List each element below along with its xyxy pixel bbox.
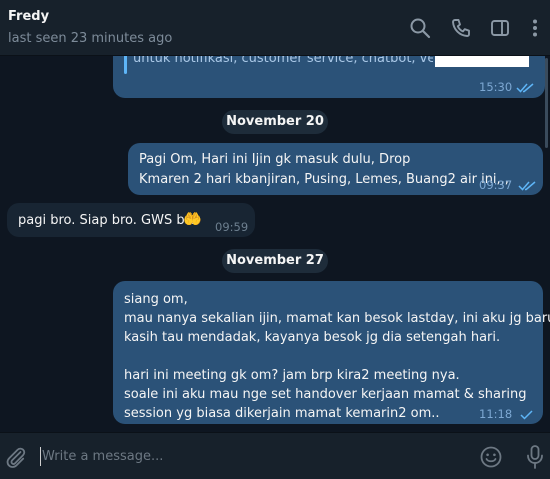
- message-text-line: kasih tau mendadak, kayanya besok jg dia…: [124, 330, 501, 345]
- text-cursor: [40, 447, 41, 466]
- redacted-area: [435, 56, 529, 67]
- message-text-line: session yg biasa dikerjain mamat kemarin…: [124, 406, 440, 421]
- date-separator: November 27: [222, 249, 328, 273]
- double-check-icon: [518, 178, 537, 191]
- emoji-raising-hands-icon: 🤲: [183, 210, 202, 228]
- message-bubble-outgoing[interactable]: Pagi Om, Hari ini Ijin gk masuk dulu, Dr…: [128, 143, 543, 195]
- message-time: 11:18: [479, 407, 513, 421]
- microphone-icon[interactable]: [523, 444, 547, 470]
- message-text-line: hari ini meeting gk om? jam brp kira2 me…: [124, 368, 460, 383]
- chat-header: Fredy last seen 23 minutes ago: [0, 0, 550, 56]
- date-separator: November 20: [222, 110, 328, 134]
- message-text-line: Pagi Om, Hari ini Ijin gk masuk dulu, Dr…: [139, 152, 411, 167]
- contact-name[interactable]: Fredy: [8, 9, 49, 24]
- message-bubble-incoming[interactable]: pagi bro. Siap bro. GWS bro 🤲 09:59: [7, 203, 255, 237]
- message-bubble-outgoing[interactable]: siang om, mau nanya sekalian ijin, mamat…: [113, 281, 550, 424]
- message-text-line: siang om,: [124, 292, 188, 307]
- more-vertical-icon[interactable]: [524, 17, 546, 39]
- message-time: 09:37: [479, 178, 513, 192]
- message-input[interactable]: [42, 445, 462, 467]
- message-composer: [0, 432, 550, 479]
- message-text-line: Kmaren 2 hari kbanjiran, Pusing, Lemes, …: [139, 172, 509, 187]
- message-text-line: soale ini aku mau nge set handover kerja…: [124, 387, 527, 402]
- double-check-icon: [516, 80, 535, 93]
- reply-quote-bar: [124, 56, 127, 74]
- single-check-icon: [518, 407, 537, 420]
- last-seen-status: last seen 23 minutes ago: [8, 31, 173, 46]
- chat-scrollbar[interactable]: [545, 58, 548, 148]
- message-list[interactable]: untuk notifikasi, customer service, chat…: [0, 56, 550, 432]
- phone-icon[interactable]: [450, 17, 472, 39]
- paperclip-icon[interactable]: [4, 445, 28, 469]
- message-text: pagi bro. Siap bro. GWS bro: [18, 213, 198, 228]
- message-text-line: mau nanya sekalian ijin, mamat kan besok…: [124, 311, 550, 326]
- message-time: 09:59: [215, 220, 249, 234]
- message-bubble-outgoing[interactable]: untuk notifikasi, customer service, chat…: [113, 56, 545, 98]
- sidebar-toggle-icon[interactable]: [489, 17, 511, 39]
- message-text: untuk notifikasi, customer service, chat…: [133, 56, 433, 66]
- emoji-icon[interactable]: [479, 445, 503, 469]
- search-icon[interactable]: [409, 17, 431, 39]
- message-time: 15:30: [479, 80, 513, 94]
